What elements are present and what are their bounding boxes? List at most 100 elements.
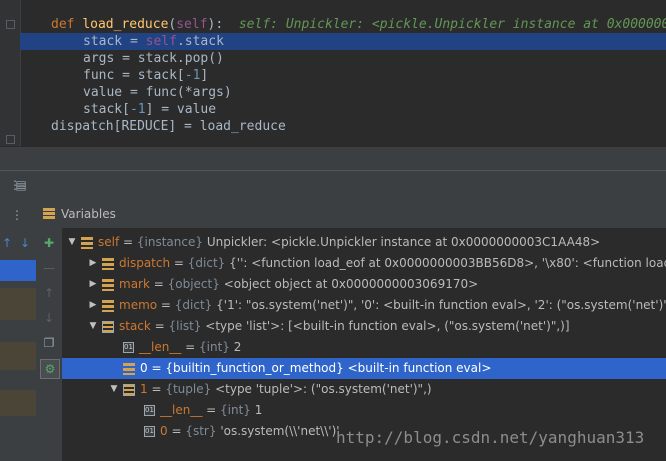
object-variable-icon <box>102 257 114 270</box>
object-variable-icon <box>123 362 135 375</box>
field-variable-icon: 01 <box>144 426 155 437</box>
variable-name: __len__ <box>139 340 182 354</box>
variable-name: __len__ <box>160 403 203 417</box>
frame-item[interactable] <box>0 288 36 320</box>
code-line[interactable]: stack[-1] = value <box>20 101 666 118</box>
expand-arrow-icon[interactable]: ▶ <box>87 253 99 274</box>
show-watches-icon[interactable]: ⚙ <box>40 359 60 379</box>
variable-row[interactable]: ▼ 1 = {tuple} <type 'tuple'>: ("os.system… <box>62 379 666 400</box>
code-token: args = stack.pop() <box>83 51 224 66</box>
code-token: def <box>51 17 83 32</box>
variable-name: mark <box>119 277 150 291</box>
object-variable-icon <box>81 236 93 249</box>
expand-arrow-icon[interactable]: ▶ <box>87 295 99 316</box>
code-token: func = stack[ <box>83 68 185 83</box>
variable-name: 0 <box>140 361 148 375</box>
variable-type: {object} <box>167 277 220 291</box>
variable-row[interactable]: ▶ mark = {object} <object object at 0x000… <box>62 274 666 295</box>
variable-row[interactable]: 01 __len__ = {int} 2 <box>62 337 666 358</box>
variable-type: {builtin_function_or_method} <box>165 361 344 375</box>
frames-table-icon[interactable]: ▤ <box>14 178 28 192</box>
inline-value-hint: self: Unpickler: <pickle.Unpickler insta… <box>238 17 666 32</box>
variable-row[interactable]: ▼ self = {instance} Unpickler: <pickle.Un… <box>62 232 666 253</box>
arrow-down-icon[interactable]: ↓ <box>18 236 32 250</box>
variable-value: <type 'list'>: [<built-in function eval>… <box>205 319 570 333</box>
frames-side-panel: ⋮ ↑ ↓ <box>0 200 37 461</box>
code-token: .stack <box>176 34 224 49</box>
variable-value: {'1': "os.system('net')", '0': <built-in… <box>216 298 666 312</box>
frame-item[interactable] <box>0 390 36 416</box>
code-editor[interactable]: def load_reduce(self): self: Unpickler: … <box>0 0 666 146</box>
editor-gutter <box>0 0 21 146</box>
variable-value: {'': <function load_eof at 0x0000000003B… <box>229 256 666 270</box>
panel-title: Variables <box>61 207 116 221</box>
expand-arrow-icon[interactable]: ▶ <box>87 274 99 295</box>
variable-value: <object object at 0x0000000003069170> <box>223 277 479 291</box>
field-variable-icon: 01 <box>144 405 155 416</box>
move-down-icon[interactable]: ↓ <box>42 311 56 325</box>
copy-icon[interactable]: ❐ <box>42 336 56 350</box>
code-token: -1 <box>184 68 201 83</box>
list-variable-icon <box>123 383 135 396</box>
code-token: value = func(*args) <box>83 85 232 100</box>
editor-status-strip <box>0 146 666 171</box>
object-variable-icon <box>102 299 114 312</box>
variable-name: 1 <box>140 382 148 396</box>
variable-type: {dict} <box>174 298 213 312</box>
variables-panel-header: Variables <box>36 200 666 229</box>
code-token: stack[ <box>83 102 130 117</box>
remove-watch-icon[interactable]: — <box>42 261 56 275</box>
variable-name: memo <box>119 298 158 312</box>
variable-row[interactable]: ▶ dispatch = {dict} {'': <function load_e… <box>62 253 666 274</box>
variable-type: {list} <box>168 319 202 333</box>
collapse-arrow-icon[interactable]: ▼ <box>66 232 78 253</box>
code-line[interactable]: def load_reduce(self): self: Unpickler: … <box>20 16 666 33</box>
collapse-arrow-icon[interactable]: ▼ <box>108 379 120 400</box>
variable-value: 1 <box>254 403 263 417</box>
list-variable-icon <box>102 320 114 333</box>
variable-type: {int} <box>220 403 251 417</box>
variables-icon <box>43 208 55 219</box>
code-line-current[interactable]: stack = self.stack <box>20 33 666 50</box>
variable-type: {dict} <box>187 256 226 270</box>
variable-type: {str} <box>185 424 217 438</box>
variable-type: {instance} <box>136 235 203 249</box>
add-watch-icon[interactable]: ✚ <box>42 236 56 250</box>
grip-icon[interactable]: ⋮ <box>10 208 24 222</box>
code-token: load_reduce <box>82 17 169 32</box>
code-line[interactable]: args = stack.pop() <box>20 50 666 67</box>
fold-marker-icon[interactable] <box>6 20 15 29</box>
code-token: ] = value <box>145 102 217 117</box>
variable-row[interactable]: 01 __len__ = {int} 1 <box>62 400 666 421</box>
field-variable-icon: 01 <box>123 342 134 353</box>
code-token: self <box>176 17 208 32</box>
object-variable-icon <box>102 278 114 291</box>
fold-marker-icon[interactable] <box>6 135 15 144</box>
variable-value: <type 'tuple'>: ("os.system('net')",) <box>215 382 432 396</box>
variable-value: <built-in function eval> <box>347 361 492 375</box>
variables-toolbar: ✚ — ↑ ↓ ❐ ⚙ <box>36 228 63 461</box>
variable-row[interactable]: ▶ memo = {dict} {'1': "os.system('net')",… <box>62 295 666 316</box>
collapse-arrow-icon[interactable]: ▼ <box>87 316 99 337</box>
variable-row-selected[interactable]: 0 = {builtin_function_or_method} <built-… <box>62 358 666 379</box>
variable-name: 0 <box>160 424 168 438</box>
variables-tree[interactable]: ▼ self = {instance} Unpickler: <pickle.Un… <box>62 228 666 461</box>
code-line[interactable]: func = stack[-1] <box>20 67 666 84</box>
frame-item-selected[interactable] <box>0 260 36 281</box>
variable-value: 'os.system(\\'net\\')' <box>220 424 340 438</box>
debug-toolbar: ⋮ ▤ <box>0 170 666 201</box>
code-line[interactable]: value = func(*args) <box>20 84 666 101</box>
variable-row[interactable]: ▼ stack = {list} <type 'list'>: [<built-i… <box>62 316 666 337</box>
arrow-up-icon[interactable]: ↑ <box>0 236 14 250</box>
variable-name: stack <box>119 319 151 333</box>
move-up-icon[interactable]: ↑ <box>42 286 56 300</box>
variable-type: {int} <box>199 340 230 354</box>
code-token: dispatch[REDUCE] = load_reduce <box>51 119 286 134</box>
frame-item[interactable] <box>0 342 36 370</box>
code-token: self <box>145 34 177 49</box>
code-token: ): <box>207 17 239 32</box>
watermark: http://blog.csdn.net/yanghuan313 <box>336 428 645 447</box>
code-line[interactable]: dispatch[REDUCE] = load_reduce <box>20 118 666 135</box>
variable-value: Unpickler: <pickle.Unpickler instance at… <box>206 235 601 249</box>
variable-name: dispatch <box>119 256 171 270</box>
